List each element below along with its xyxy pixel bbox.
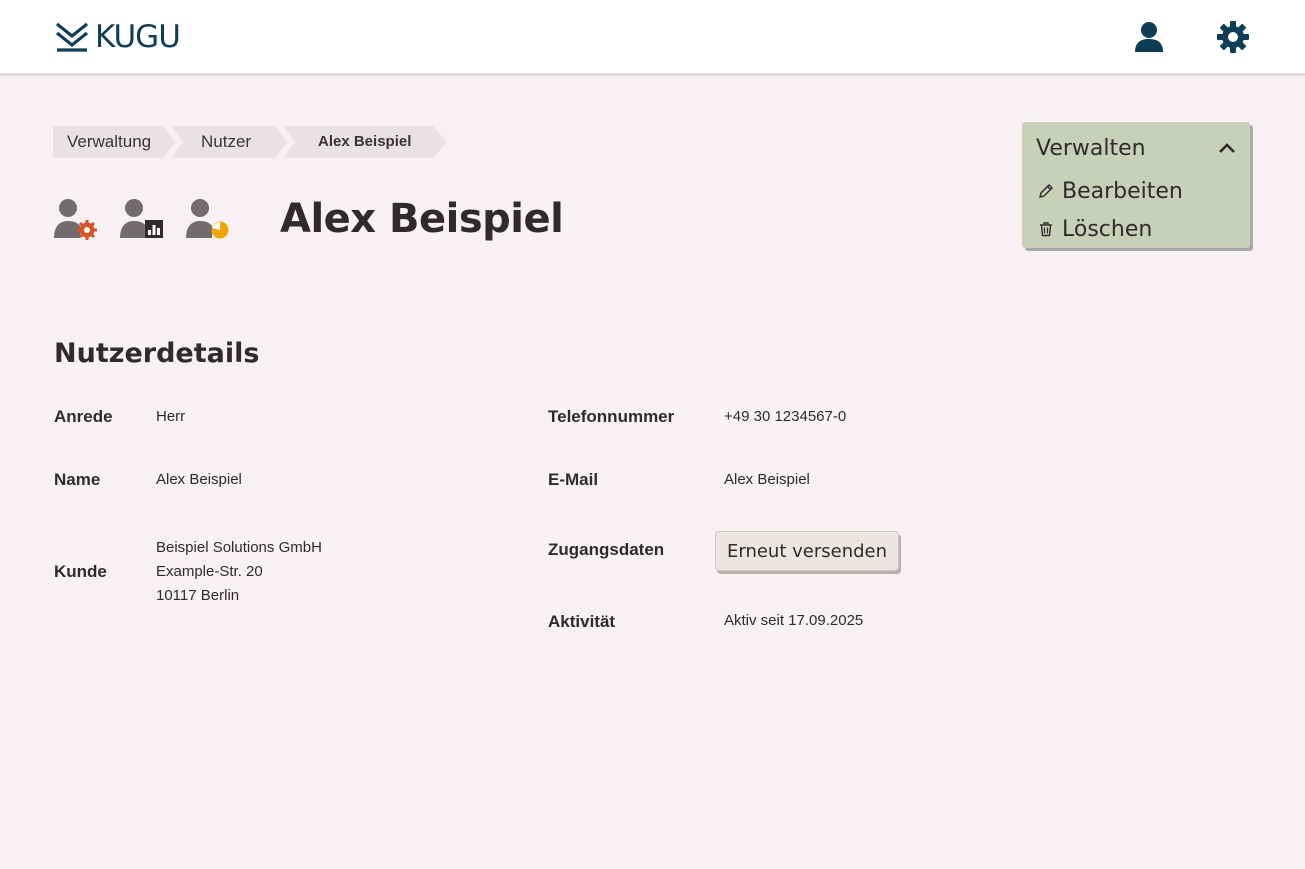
salutation-value: Herr <box>156 408 186 425</box>
edit-label: Bearbeiten <box>1062 178 1183 204</box>
salutation-label: Anrede <box>54 407 113 426</box>
edit-button[interactable]: Bearbeiten <box>1038 177 1183 205</box>
pencil-icon <box>1039 184 1053 198</box>
gear-icon[interactable] <box>1216 20 1250 54</box>
activity-value: Aktiv seit 17.09.2025 <box>724 612 864 629</box>
delete-button[interactable]: Löschen <box>1038 215 1152 243</box>
name-value: Alex Beispiel <box>156 471 242 488</box>
activity-label: Aktivität <box>548 612 616 631</box>
trash-icon <box>1040 222 1052 237</box>
kugu-logo[interactable]: KUGU <box>55 19 181 55</box>
user-admin-icon <box>54 199 97 240</box>
logo-mark-icon <box>56 22 88 52</box>
customer-label: Kunde <box>54 562 107 581</box>
phone-value: +49 30 1234567-0 <box>724 408 847 425</box>
customer-line: 10117 Berlin <box>156 587 240 604</box>
manage-menu-title: Verwalten <box>1036 135 1146 161</box>
breadcrumb-item-verwaltung[interactable]: Verwaltung <box>53 126 175 158</box>
delete-label: Löschen <box>1062 216 1153 242</box>
resend-credentials-button[interactable]: Erneut versenden <box>715 531 899 571</box>
breadcrumb: Verwaltung Nutzer Alex Beispiel <box>53 126 453 158</box>
manage-menu: Verwalten Bearbeiten Löschen <box>1022 122 1250 248</box>
user-report-icon <box>120 199 163 238</box>
manage-menu-toggle[interactable]: Verwalten <box>1036 134 1236 162</box>
name-label: Name <box>54 470 101 489</box>
email-label: E-Mail <box>548 470 599 489</box>
customer-line: Beispiel Solutions GmbH <box>156 539 322 556</box>
chevron-up-icon <box>1219 143 1235 153</box>
breadcrumb-item-current: Alex Beispiel <box>283 126 447 158</box>
breadcrumb-item-nutzer[interactable]: Nutzer <box>171 126 287 158</box>
customer-line: Example-Str. 20 <box>156 563 263 580</box>
phone-label: Telefonnummer <box>548 407 675 426</box>
customer-value: Beispiel Solutions GmbH Example-Str. 20 … <box>156 536 322 608</box>
email-value: Alex Beispiel <box>724 471 810 488</box>
user-icon[interactable] <box>1132 20 1166 54</box>
top-bar: KUGU <box>0 0 1305 76</box>
credentials-label: Zugangsdaten <box>548 540 665 559</box>
logo-text: KUGU <box>95 19 181 55</box>
user-energy-icon <box>186 199 229 239</box>
page-title: Alex Beispiel <box>280 196 564 242</box>
section-title-user-details: Nutzerdetails <box>54 338 260 369</box>
